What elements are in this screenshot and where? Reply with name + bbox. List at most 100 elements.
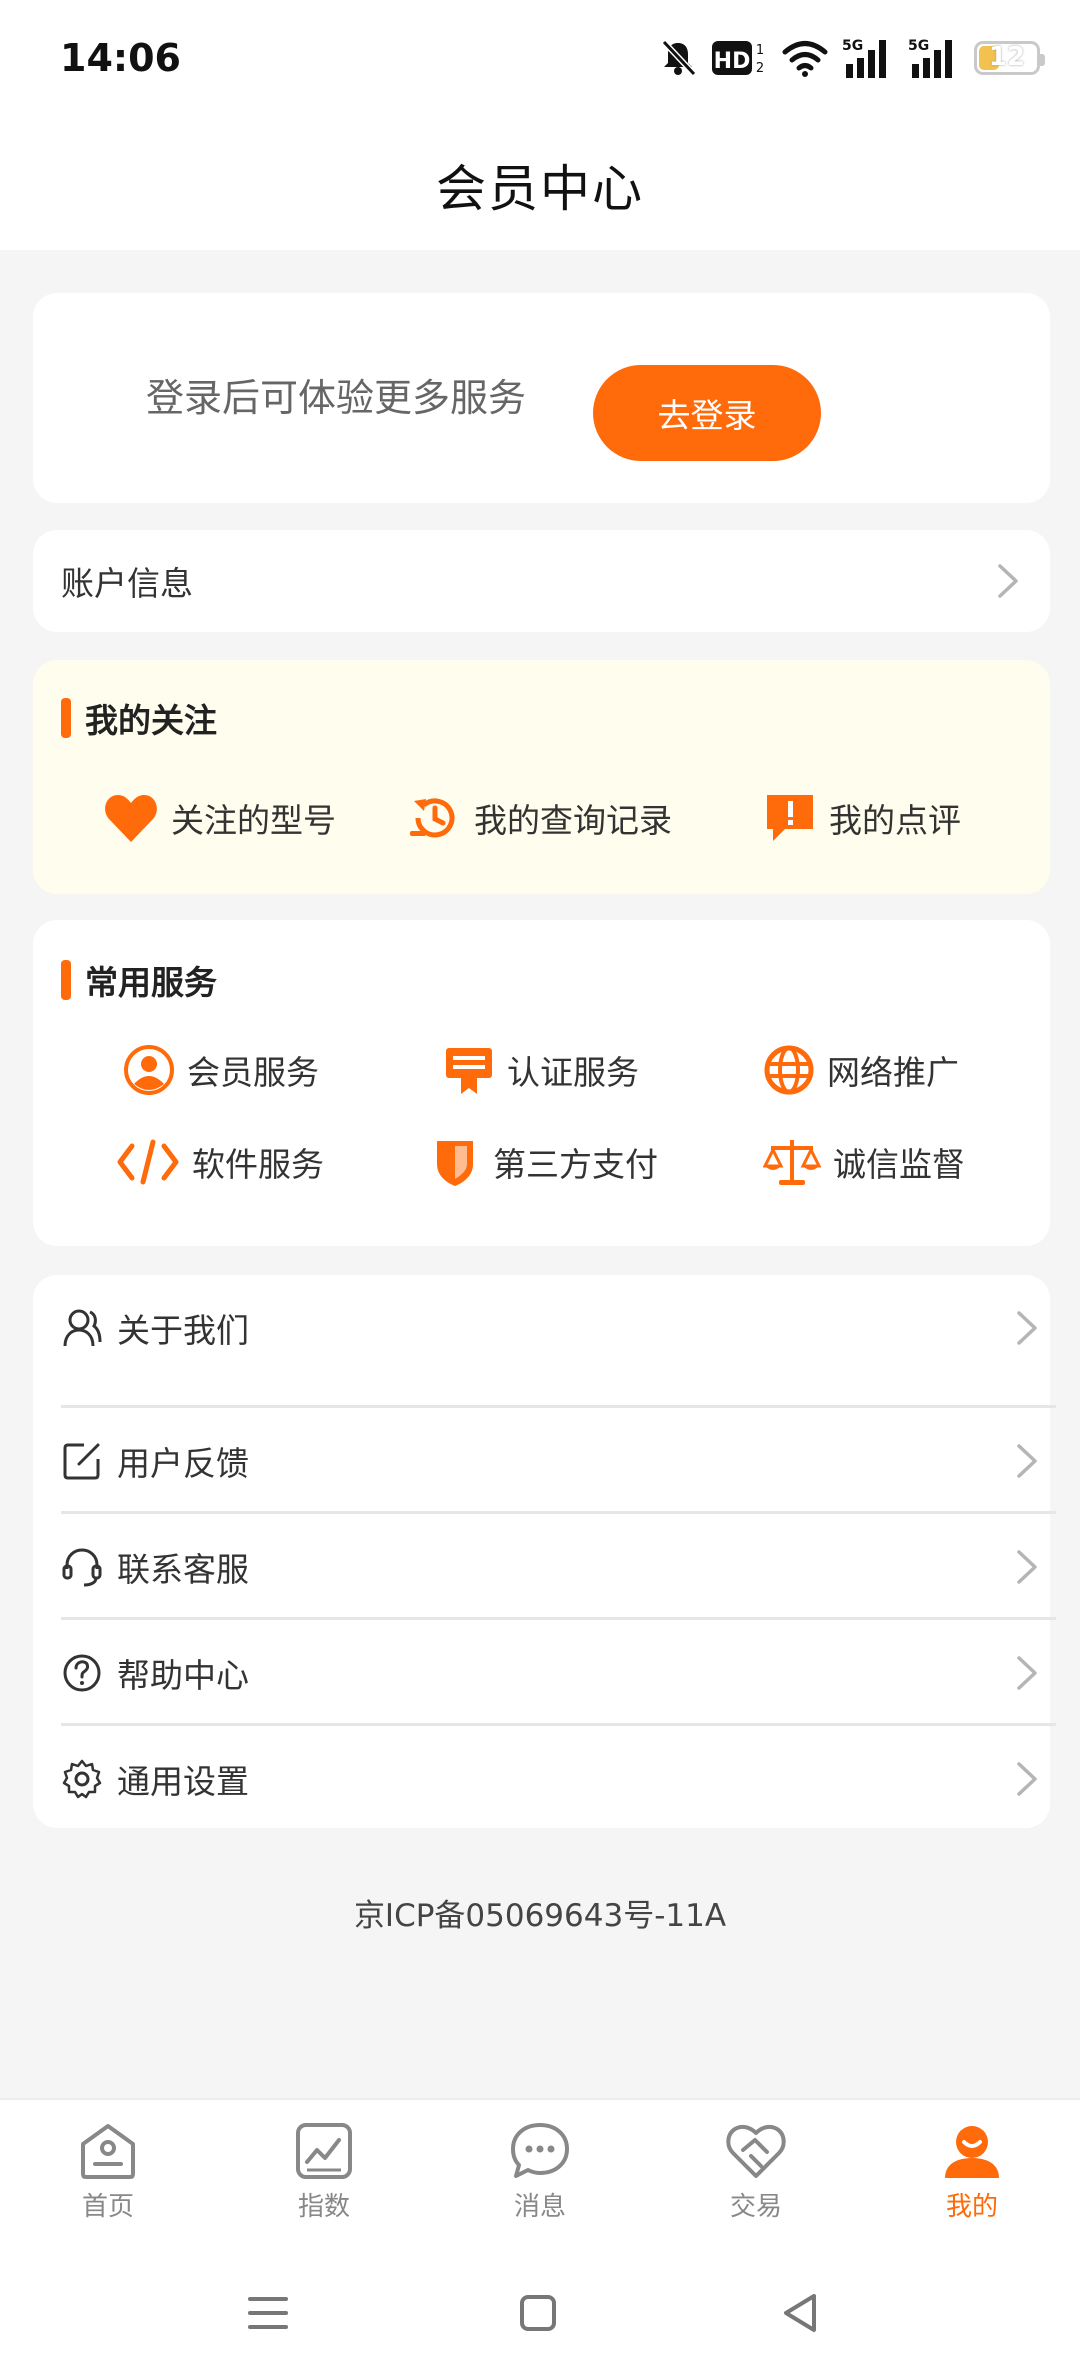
scale-icon (763, 1140, 821, 1185)
chevron-right-icon (1017, 1656, 1037, 1690)
battery-level: 12 (988, 42, 1026, 72)
tab-mine[interactable]: 我的 (892, 2120, 1052, 2223)
tab-index[interactable]: 指数 (244, 2120, 404, 2223)
service-promotion[interactable]: 网络推广 (763, 1035, 959, 1105)
tab-label: 首页 (81, 2192, 134, 2222)
svg-text:2: 2 (756, 61, 764, 76)
follow-item-models[interactable]: 关注的型号 (103, 778, 336, 858)
chevron-right-icon (1017, 1311, 1037, 1345)
common-services-card: 常用服务 会员服务 认证服务 网络推广 软件服务 第三方支付 诚信监督 (33, 920, 1050, 1246)
follow-item-history[interactable]: 我的查询记录 (408, 778, 672, 858)
menu-item-about[interactable]: 关于我们 (61, 1275, 1056, 1381)
back-triangle-icon (784, 2294, 816, 2332)
tab-label: 消息 (513, 2192, 566, 2222)
hd-icon: HD 1 2 (712, 41, 764, 76)
follow-item-label: 我的点评 (829, 801, 961, 840)
common-services-header: 常用服务 (61, 956, 217, 1004)
login-prompt: 登录后可体验更多服务 (146, 376, 527, 420)
menu-item-label: 用户反馈 (117, 1444, 249, 1483)
menu-item-customer-service[interactable]: 联系客服 (61, 1514, 1056, 1620)
service-label: 网络推广 (827, 1053, 959, 1092)
svg-text:1: 1 (756, 43, 764, 58)
service-payment[interactable]: 第三方支付 (429, 1127, 658, 1197)
status-icons: HD 1 2 5G 5G 12 (658, 36, 1045, 80)
follow-item-label: 我的查询记录 (474, 801, 672, 840)
service-label: 会员服务 (187, 1053, 319, 1092)
my-follow-card: 我的关注 关注的型号 我的查询记录 我的点评 (33, 660, 1050, 894)
login-card: 登录后可体验更多服务 去登录 (33, 293, 1050, 503)
menu-item-label: 帮助中心 (117, 1656, 249, 1695)
menu-item-feedback[interactable]: 用户反馈 (61, 1408, 1056, 1514)
globe-icon (764, 1045, 814, 1095)
user-circle-icon (124, 1045, 174, 1095)
menu-icon (248, 2297, 288, 2329)
back-nav-button[interactable] (770, 2288, 830, 2338)
service-software[interactable]: 软件服务 (116, 1127, 324, 1197)
status-bar: 14:06 HD 1 2 5G 5G 12 (0, 0, 1080, 120)
section-accent-bar (61, 960, 71, 1000)
tab-label: 我的 (945, 2192, 998, 2222)
page-title: 会员中心 (436, 160, 644, 218)
profile-icon (945, 2126, 999, 2178)
user-icon (61, 1307, 103, 1349)
bell-off-icon (661, 39, 697, 77)
bottom-tab-bar: 首页 指数 消息 交易 我的 (0, 2098, 1080, 2248)
follow-item-label: 关注的型号 (171, 801, 336, 840)
square-icon (520, 2295, 556, 2331)
chart-icon (296, 2123, 352, 2179)
menu-item-settings[interactable]: 通用设置 (61, 1726, 1056, 1832)
settings-menu-card: 关于我们 用户反馈 联系客服 帮助中心 通用设置 (33, 1275, 1056, 1828)
battery-indicator: 12 (974, 41, 1045, 75)
login-button[interactable]: 去登录 (593, 365, 821, 461)
signal-5g-icon: 5G (908, 38, 952, 78)
service-label: 认证服务 (507, 1053, 639, 1092)
tab-label: 交易 (729, 2192, 782, 2222)
section-accent-bar (61, 698, 71, 738)
service-integrity[interactable]: 诚信监督 (763, 1127, 965, 1197)
gear-icon (61, 1758, 103, 1800)
history-icon (410, 798, 455, 838)
chevron-right-icon (1017, 1444, 1037, 1478)
tab-trade[interactable]: 交易 (676, 2120, 836, 2223)
my-follow-header: 我的关注 (61, 694, 217, 742)
svg-text:5G: 5G (842, 38, 863, 54)
chevron-right-icon (1017, 1550, 1037, 1584)
follow-item-reviews[interactable]: 我的点评 (763, 778, 961, 858)
svg-text:5G: 5G (908, 38, 929, 54)
page-header: 会员中心 (0, 120, 1080, 250)
tab-label: 指数 (297, 2192, 350, 2222)
headset-icon (61, 1546, 103, 1588)
handshake-icon (726, 2124, 786, 2178)
comment-alert-icon (767, 795, 813, 841)
heart-icon (105, 795, 157, 842)
tab-home[interactable]: 首页 (28, 2120, 188, 2223)
service-label: 软件服务 (192, 1145, 324, 1184)
menu-nav-button[interactable] (238, 2288, 298, 2338)
chevron-right-icon (998, 564, 1018, 598)
shield-icon (437, 1141, 473, 1186)
certificate-icon (446, 1048, 492, 1094)
help-icon (61, 1652, 103, 1694)
service-certification[interactable]: 认证服务 (443, 1035, 639, 1105)
chevron-right-icon (1017, 1762, 1037, 1796)
section-title: 常用服务 (85, 963, 217, 1002)
svg-text:HD: HD (714, 49, 751, 74)
system-nav-bar (0, 2248, 1080, 2376)
home-icon (81, 2124, 135, 2179)
menu-item-help[interactable]: 帮助中心 (61, 1620, 1056, 1726)
wifi-icon (782, 41, 828, 77)
tab-messages[interactable]: 消息 (460, 2120, 620, 2223)
service-label: 第三方支付 (493, 1145, 658, 1184)
section-title: 我的关注 (85, 701, 217, 740)
home-nav-button[interactable] (508, 2288, 568, 2338)
code-icon (117, 1139, 179, 1185)
message-icon (511, 2123, 569, 2178)
service-member[interactable]: 会员服务 (123, 1035, 319, 1105)
menu-item-label: 关于我们 (117, 1311, 249, 1350)
menu-item-label: 通用设置 (117, 1762, 249, 1801)
follow-items: 关注的型号 我的查询记录 我的点评 (33, 778, 1050, 858)
account-info-label: 账户信息 (61, 564, 193, 603)
status-time: 14:06 (60, 36, 181, 80)
menu-item-label: 联系客服 (117, 1550, 249, 1589)
account-info-row[interactable]: 账户信息 (33, 530, 1050, 632)
